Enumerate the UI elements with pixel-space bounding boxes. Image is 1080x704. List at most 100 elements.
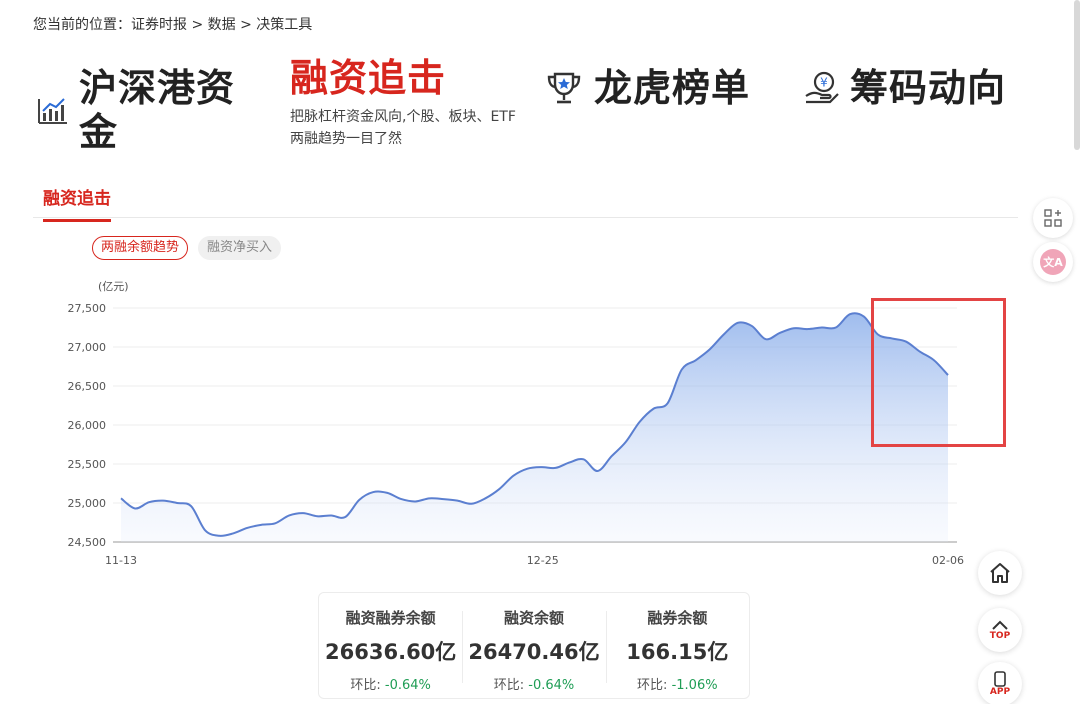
- stat-change: 环比: -0.64%: [319, 674, 462, 693]
- data-point[interactable]: [426, 495, 432, 501]
- data-point[interactable]: [651, 406, 657, 412]
- y-tick-label: 25,000: [68, 497, 107, 510]
- data-point[interactable]: [174, 500, 180, 506]
- phone-icon: [994, 671, 1006, 687]
- data-point[interactable]: [581, 456, 587, 462]
- data-point[interactable]: [440, 496, 446, 502]
- data-point[interactable]: [847, 311, 853, 317]
- data-point[interactable]: [412, 498, 418, 504]
- data-point[interactable]: [230, 530, 236, 536]
- y-tick-label: 25,500: [68, 458, 107, 471]
- data-point[interactable]: [679, 367, 685, 373]
- data-point[interactable]: [328, 512, 334, 518]
- home-icon: [990, 563, 1010, 583]
- data-point[interactable]: [693, 357, 699, 363]
- data-point[interactable]: [314, 513, 320, 519]
- tool-margin-desc: 把脉杠杆资金风向,个股、板块、ETF两融趋势一目了然: [290, 109, 516, 147]
- y-tick-label: 27,000: [68, 341, 107, 354]
- data-point[interactable]: [244, 525, 250, 531]
- data-point[interactable]: [398, 496, 404, 502]
- translate-button[interactable]: 文A: [1033, 242, 1073, 282]
- change-value: -0.64%: [384, 678, 431, 693]
- data-point[interactable]: [132, 505, 138, 511]
- data-point[interactable]: [468, 501, 474, 507]
- data-point[interactable]: [118, 495, 124, 501]
- tool-margin-title: 融资追击: [290, 56, 447, 100]
- tab-margin-chase[interactable]: 融资追击: [43, 184, 111, 222]
- data-point[interactable]: [454, 498, 460, 504]
- data-point[interactable]: [819, 325, 825, 331]
- tool-hk-title: 沪深港资金: [79, 66, 236, 154]
- stat-label: 融券余额: [647, 609, 708, 627]
- apps-grid-button[interactable]: [1033, 198, 1073, 238]
- app-download-button[interactable]: APP: [978, 662, 1022, 704]
- x-tick-label: 11-13: [105, 554, 137, 567]
- data-point[interactable]: [286, 512, 292, 518]
- pill-balance-trend[interactable]: 两融余额趋势: [92, 236, 189, 260]
- tool-hk-funds[interactable]: 沪深港资金: [33, 66, 249, 154]
- data-point[interactable]: [384, 490, 390, 496]
- data-point[interactable]: [777, 330, 783, 336]
- back-to-top-button[interactable]: TOP: [978, 608, 1022, 652]
- data-point[interactable]: [146, 499, 152, 505]
- data-point[interactable]: [763, 336, 769, 342]
- data-point[interactable]: [496, 486, 502, 492]
- bar-line-icon: [38, 98, 67, 124]
- data-point[interactable]: [861, 314, 867, 320]
- data-point[interactable]: [258, 522, 264, 528]
- stat-change: 环比: -0.64%: [462, 674, 605, 693]
- home-button[interactable]: [978, 551, 1022, 595]
- data-point[interactable]: [791, 325, 797, 331]
- data-point[interactable]: [637, 419, 643, 425]
- stats-panel: 融资融券余额 26636.60亿 环比: -0.64% 融资余额 26470.4…: [318, 592, 750, 699]
- change-label: 环比:: [350, 678, 381, 693]
- tool-dragon-list[interactable]: 龙虎榜单: [544, 66, 750, 110]
- svg-text:¥: ¥: [820, 76, 828, 90]
- data-point[interactable]: [833, 325, 839, 331]
- stat-total: 融资融券余额 26636.60亿 环比: -0.64%: [319, 593, 462, 698]
- change-value: -0.64%: [528, 678, 575, 693]
- data-point[interactable]: [623, 439, 629, 445]
- tool-margin-chase[interactable]: 融资追击 把脉杠杆资金风向,个股、板块、ETF两融趋势一目了然: [290, 56, 520, 150]
- data-point[interactable]: [188, 503, 194, 509]
- data-point[interactable]: [665, 400, 671, 406]
- stat-financing: 融资余额 26470.46亿 环比: -0.64%: [462, 593, 605, 698]
- data-point[interactable]: [342, 514, 348, 520]
- data-point[interactable]: [160, 498, 166, 504]
- series-area: [121, 313, 948, 542]
- tool-chip-flow[interactable]: ¥ 筹码动向: [802, 66, 1006, 110]
- trophy-icon: [547, 72, 581, 104]
- data-point[interactable]: [482, 495, 488, 501]
- translate-icon: 文A: [1040, 249, 1066, 275]
- data-point[interactable]: [553, 465, 559, 471]
- tab-bar: 融资追击: [33, 180, 1018, 222]
- data-point[interactable]: [524, 466, 530, 472]
- apps-grid-icon: [1044, 209, 1062, 227]
- data-point[interactable]: [749, 323, 755, 329]
- change-value: -1.06%: [671, 678, 718, 693]
- data-point[interactable]: [735, 320, 741, 326]
- y-tick-label: 24,500: [68, 536, 107, 549]
- data-point[interactable]: [721, 332, 727, 338]
- data-point[interactable]: [707, 346, 713, 352]
- data-point[interactable]: [272, 520, 278, 526]
- data-point[interactable]: [356, 497, 362, 503]
- chart-toggle: 两融余额趋势 融资净买入: [92, 236, 291, 260]
- stat-change: 环比: -1.06%: [606, 674, 749, 693]
- margin-balance-chart: (亿元) 24,500 25,000 25,500 26,000 26,500 27,00…: [68, 280, 964, 567]
- pill-net-buy[interactable]: 融资净买入: [198, 236, 282, 260]
- data-point[interactable]: [567, 459, 573, 465]
- data-point[interactable]: [202, 527, 208, 533]
- hand-yen-icon: ¥: [805, 71, 839, 104]
- stat-value: 26636.60亿: [325, 640, 457, 664]
- data-point[interactable]: [300, 510, 306, 516]
- data-point[interactable]: [216, 533, 222, 539]
- scrollbar-thumb[interactable]: [1074, 0, 1080, 150]
- data-point[interactable]: [510, 473, 516, 479]
- data-point[interactable]: [539, 464, 545, 470]
- data-point[interactable]: [805, 326, 811, 332]
- breadcrumb: 您当前的位置：证券时报 > 数据 > 决策工具: [33, 17, 313, 33]
- data-point[interactable]: [609, 453, 615, 459]
- data-point[interactable]: [370, 489, 376, 495]
- data-point[interactable]: [595, 468, 601, 474]
